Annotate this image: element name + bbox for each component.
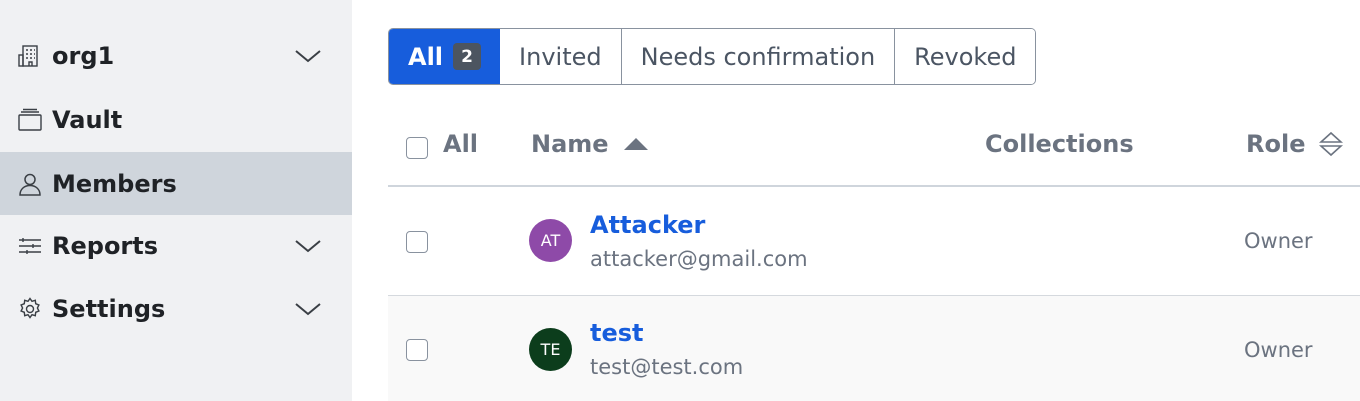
- select-all-label: All: [443, 130, 479, 158]
- chevron-down-icon[interactable]: [294, 48, 322, 64]
- tab-invited[interactable]: Invited: [500, 29, 622, 84]
- sidebar-item-reports[interactable]: Reports: [0, 214, 352, 277]
- member-email: test@test.com: [590, 355, 744, 379]
- sort-icon: [1319, 130, 1344, 158]
- sidebar: org1 Vault Members Reports Settings: [0, 0, 352, 401]
- chevron-down-icon[interactable]: [294, 301, 322, 317]
- column-label: Role: [1246, 130, 1306, 158]
- sidebar-item-vault[interactable]: Vault: [0, 88, 352, 151]
- member-role: Owner: [1244, 229, 1313, 253]
- member-name-link[interactable]: Attacker: [590, 211, 705, 239]
- tab-label: Invited: [519, 42, 602, 71]
- sort-ascending-icon: [623, 137, 649, 151]
- row-checkbox[interactable]: [406, 339, 428, 361]
- sidebar-item-settings[interactable]: Settings: [0, 277, 352, 340]
- member-status-filter: All 2 Invited Needs confirmation Revoked: [388, 28, 1037, 85]
- avatar: TE: [529, 328, 572, 371]
- header-divider: [388, 185, 1360, 187]
- member-name-link[interactable]: test: [590, 319, 644, 347]
- tab-all[interactable]: All 2: [389, 29, 501, 84]
- tab-revoked[interactable]: Revoked: [895, 29, 1036, 84]
- tab-needs-confirmation[interactable]: Needs confirmation: [621, 29, 896, 84]
- sidebar-item-members[interactable]: Members: [0, 152, 352, 215]
- sidebar-item-label: org1: [52, 41, 115, 70]
- member-email: attacker@gmail.com: [590, 247, 808, 271]
- tab-label: All: [408, 42, 444, 71]
- user-icon: [18, 172, 42, 196]
- collections-column-header: Collections: [985, 130, 1134, 158]
- member-role: Owner: [1244, 338, 1313, 362]
- sliders-icon: [18, 234, 42, 258]
- name-column-header[interactable]: Name: [531, 130, 649, 158]
- count-badge: 2: [453, 43, 482, 70]
- select-all-checkbox[interactable]: [406, 137, 428, 159]
- avatar: AT: [529, 219, 572, 262]
- building-icon: [18, 44, 42, 68]
- tab-label: Revoked: [914, 42, 1017, 71]
- chevron-down-icon[interactable]: [294, 238, 322, 254]
- sidebar-item-label: Reports: [52, 231, 159, 260]
- tab-label: Needs confirmation: [640, 42, 876, 71]
- sidebar-item-label: Members: [52, 169, 177, 198]
- row-checkbox[interactable]: [406, 231, 428, 253]
- gear-icon: [18, 296, 42, 321]
- column-label: Name: [531, 130, 609, 158]
- sidebar-item-label: Vault: [52, 105, 123, 134]
- role-column-header[interactable]: Role: [1246, 130, 1344, 158]
- sidebar-item-label: Settings: [52, 294, 166, 323]
- vault-icon: [18, 108, 42, 132]
- sidebar-item-org1[interactable]: org1: [0, 24, 352, 87]
